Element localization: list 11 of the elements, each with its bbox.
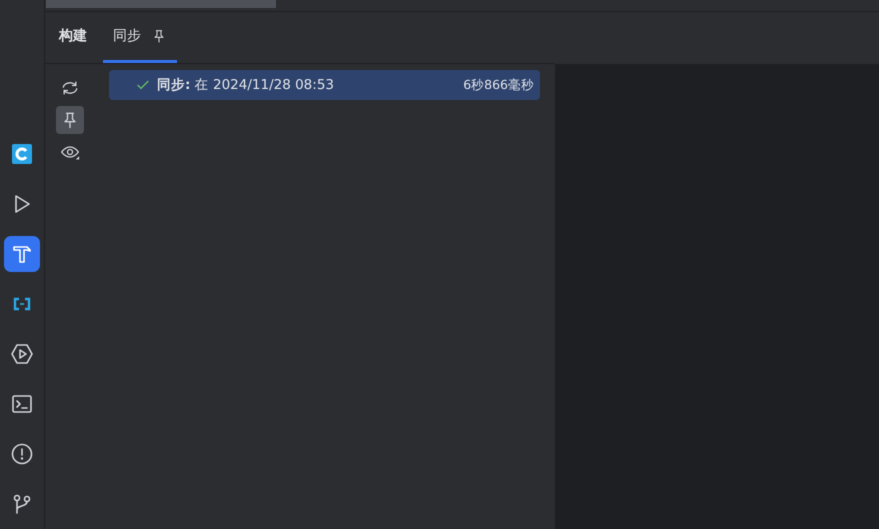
app-icon	[10, 142, 34, 166]
warning-icon	[10, 442, 34, 466]
tool-button[interactable]	[56, 106, 84, 134]
duration-text: 6秒866毫秒	[463, 76, 534, 94]
terminal-icon	[10, 392, 34, 416]
tab[interactable]: 同步	[103, 12, 177, 63]
toolbar-button[interactable]	[4, 236, 40, 272]
tree-row-label: 同步: 在 2024/11/28 08:53	[157, 76, 335, 94]
tab[interactable]: 构建	[49, 12, 97, 63]
hexagon-play-icon	[10, 342, 34, 366]
tree-row[interactable]: 同步: 在 2024/11/28 08:53 6秒866毫秒	[109, 70, 540, 100]
